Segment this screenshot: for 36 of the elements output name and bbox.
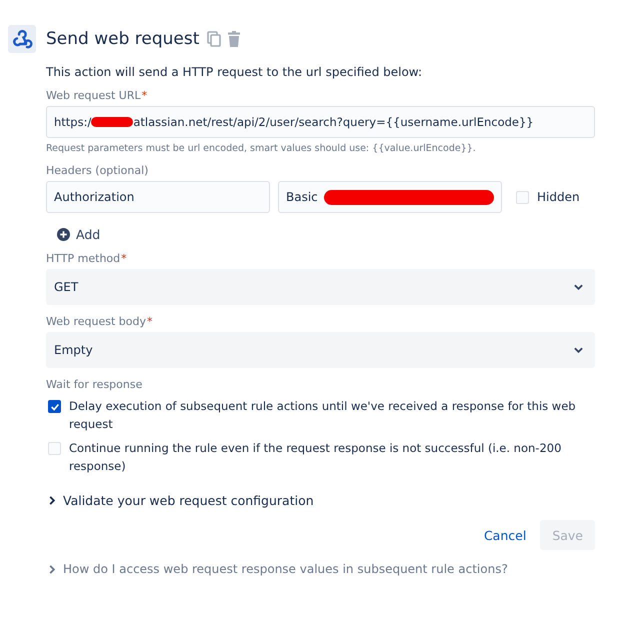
field-label: Headers (optional) — [46, 164, 148, 177]
chevron-down-icon — [574, 347, 583, 353]
checkbox-label: Delay execution of subsequent rule actions until we've received a response for this web request — [69, 398, 577, 433]
copy-icon[interactable] — [207, 31, 222, 47]
required-asterisk: * — [147, 315, 152, 328]
field-label: Wait for response — [46, 378, 142, 391]
field-label: Web request body — [46, 315, 146, 328]
url-input[interactable]: https:/ atlassian.net/rest/api/2/user/search?query={{username.urlEncode}} — [46, 106, 595, 138]
field-label: HTTP method — [46, 252, 120, 265]
dropdown-select[interactable]: GET — [46, 269, 595, 305]
header-value-input[interactable]: Basic — [278, 181, 502, 213]
help-text: Request parameters must be url encoded, smart values should use: {{value.urlEncode}}. — [46, 143, 477, 154]
plus-circle-icon — [57, 228, 70, 241]
checkbox[interactable] — [48, 400, 61, 413]
header-value-text: Basic — [286, 190, 318, 204]
chevron-icon — [49, 496, 55, 505]
checkbox-label: Hidden — [537, 190, 580, 204]
help-expander[interactable]: How do I access web request response values in subsequent rule actions? — [49, 562, 508, 576]
header-name-input[interactable]: Authorization — [46, 181, 270, 213]
add-header-button[interactable]: Add — [57, 227, 100, 242]
required-asterisk: * — [142, 89, 148, 102]
url-text: https:/ — [54, 115, 92, 129]
checkbox-label: Continue running the rule even if the request response is not successful (i.e. non-200 response) — [69, 440, 562, 475]
description-text: This action will send a HTTP request to the url specified below: — [46, 65, 424, 79]
webhook-icon — [8, 25, 36, 53]
trash-icon[interactable] — [227, 31, 242, 47]
dropdown-select[interactable]: Empty — [46, 332, 595, 368]
validate-expander[interactable]: Validate your web request configuration — [49, 493, 314, 508]
url-text: atlassian.net/rest/api/2/user/search?query={{username.urlEncode}} — [133, 115, 534, 129]
field-label: Web request URL — [46, 89, 141, 102]
chevron-icon — [49, 564, 55, 574]
chevron-down-icon — [574, 284, 583, 290]
hidden-checkbox[interactable] — [516, 190, 529, 204]
cancel-button[interactable]: Cancel — [480, 522, 530, 548]
action-title: Send web request — [46, 29, 200, 49]
required-asterisk: * — [121, 252, 127, 265]
